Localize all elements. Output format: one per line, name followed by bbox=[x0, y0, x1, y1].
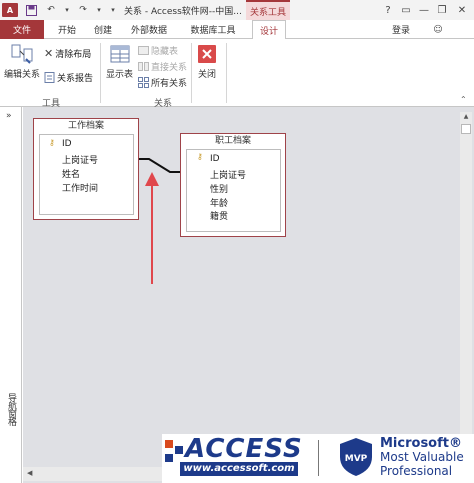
microsoft-text: Microsoft® bbox=[380, 436, 462, 451]
mvp-shield-icon: MVP bbox=[340, 438, 372, 476]
annotation-arrow-head bbox=[145, 172, 159, 186]
most-valuable-text: Most Valuable bbox=[380, 450, 464, 464]
scroll-up-icon[interactable]: ▲ bbox=[461, 112, 471, 122]
accessoft-url: www.accessoft.com bbox=[180, 462, 298, 476]
scrollbar-thumb[interactable] bbox=[461, 124, 471, 134]
scroll-left-icon[interactable]: ◀ bbox=[27, 469, 32, 477]
accessoft-wordmark: ACCESS bbox=[185, 434, 303, 464]
relationship-overlay bbox=[139, 158, 180, 284]
relationship-line bbox=[139, 158, 180, 173]
professional-text: Professional bbox=[380, 464, 453, 478]
mvp-text: MVP bbox=[345, 454, 368, 464]
banner-divider bbox=[318, 440, 319, 476]
horizontal-scrollbar[interactable] bbox=[23, 467, 163, 481]
vertical-scrollbar[interactable] bbox=[460, 112, 472, 464]
